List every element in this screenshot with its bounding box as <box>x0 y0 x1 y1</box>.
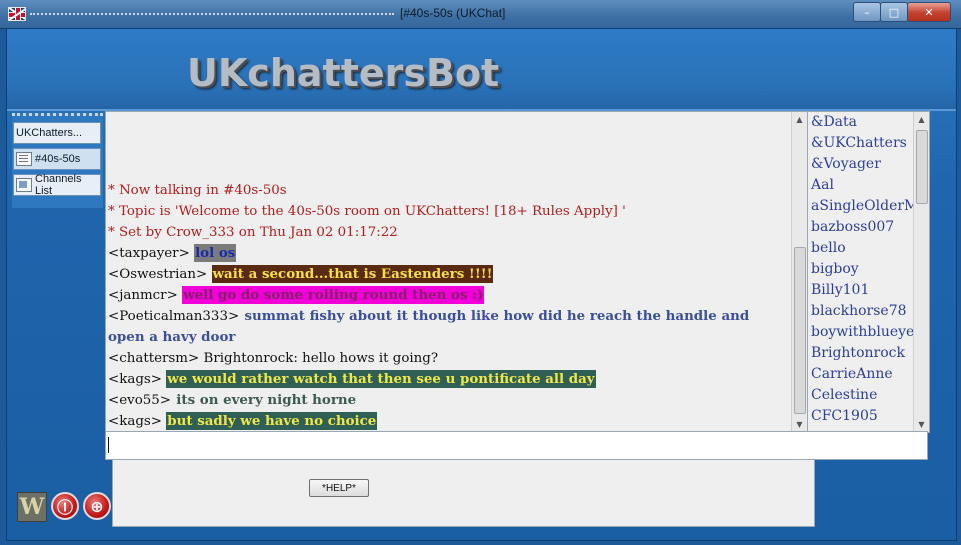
maximize-button[interactable]: □ <box>880 2 908 22</box>
window-controls: – □ ✕ <box>853 2 951 22</box>
user-list-item[interactable]: &Voyager <box>811 154 913 175</box>
user-list-item[interactable]: bigboy <box>811 259 913 280</box>
chat-message: we would rather watch that then see u po… <box>166 370 596 388</box>
chat-line: <taxpayer> lol os <box>108 243 788 264</box>
chat-nick[interactable]: <evo55> <box>108 393 171 408</box>
title-dots <box>30 13 394 15</box>
chat-nick[interactable]: <kags> <box>108 414 162 429</box>
close-button[interactable]: ✕ <box>907 2 951 22</box>
chat-nick[interactable]: <janmcr> <box>108 288 178 303</box>
sidebar-item-channels-list[interactable]: Channels List <box>13 173 101 197</box>
user-list-scrollbar[interactable]: ▲ ▼ <box>913 112 929 432</box>
minimize-button[interactable]: – <box>853 2 881 22</box>
scroll-up-icon[interactable]: ▲ <box>792 112 807 127</box>
app-frame: UKchattersBot UKChatters... #40s-50s Cha… <box>6 28 957 541</box>
chat-message: Brightonrock: hello hows it going? <box>203 351 439 366</box>
sidebar-item-ukchatters[interactable]: UKChatters... <box>13 122 815 527</box>
add-icon[interactable]: ⊕ <box>83 492 111 520</box>
header: UKchattersBot <box>7 29 956 111</box>
chat-nick[interactable]: <Poeticalman333> <box>108 309 239 324</box>
uk-flag-icon <box>8 7 26 21</box>
room-icon <box>16 152 32 166</box>
brand-logo: UKchattersBot <box>187 51 500 95</box>
bottom-toolbar: W Ⓘ ⊕ <box>17 492 111 522</box>
chat-message: its on every night horne <box>176 392 357 408</box>
sidebar: UKChatters... #40s-50s Channels List <box>12 113 815 527</box>
scroll-thumb[interactable] <box>794 247 806 414</box>
chat-message: lol os <box>194 244 237 262</box>
chat-line: * Now talking in #40s-50s <box>108 180 788 201</box>
user-list-item[interactable]: boywithblueye <box>811 322 913 343</box>
sidebar-item-room[interactable]: #40s-50s <box>13 148 101 170</box>
list-icon <box>16 178 32 192</box>
sidebar-item-label: #40s-50s <box>35 153 81 165</box>
system-message: * Topic is 'Welcome to the 40s-50s room … <box>108 204 626 219</box>
user-list-item[interactable]: CarrieAnne <box>811 364 913 385</box>
power-icon[interactable]: Ⓘ <box>51 492 79 520</box>
title-bar: [#40s-50s (UKChat] – □ ✕ <box>0 0 961 29</box>
user-list-items: &Data &UKChatters &Voyager Aal aSingleOlderM… <box>811 112 913 427</box>
chat-line: <evo55> its on every night horne <box>108 390 788 411</box>
chat-line: <Poeticalman333> summat fishy about it t… <box>108 306 788 348</box>
chat-line: * Set by Crow_333 on Thu Jan 02 01:17:22 <box>108 222 788 243</box>
chat-message: well go do some rolling round then os :) <box>182 286 485 304</box>
text-caret <box>108 437 109 453</box>
user-list-item[interactable]: Brightonrock <box>811 343 913 364</box>
scroll-down-icon[interactable]: ▼ <box>792 417 807 432</box>
chat-nick[interactable]: <Oswestrian> <box>108 267 207 282</box>
user-list-item[interactable]: Aal <box>811 175 913 196</box>
user-list[interactable]: &Data &UKChatters &Voyager Aal aSingleOlderM… <box>807 111 930 433</box>
message-input[interactable] <box>105 431 928 460</box>
help-button[interactable]: *HELP* <box>309 479 369 497</box>
chat-line: <Oswestrian> wait a second...that is Eas… <box>108 264 788 285</box>
chat-nick[interactable]: <taxpayer> <box>108 246 190 261</box>
user-list-item[interactable]: Celestine <box>811 385 913 406</box>
scroll-up-icon[interactable]: ▲ <box>914 112 929 127</box>
user-list-item[interactable]: CFC1905 <box>811 406 913 427</box>
system-message: * Set by Crow_333 on Thu Jan 02 01:17:22 <box>108 225 398 240</box>
chat-nick[interactable]: <chattersm> <box>108 351 199 366</box>
chat-line: * Topic is 'Welcome to the 40s-50s room … <box>108 201 788 222</box>
sidebar-item-label: UKChatters... <box>16 127 83 139</box>
scroll-thumb[interactable] <box>916 130 928 204</box>
user-list-item[interactable]: Billy101 <box>811 280 913 301</box>
user-list-item[interactable]: &UKChatters <box>811 133 913 154</box>
user-list-item[interactable]: aSingleOlderM <box>811 196 913 217</box>
user-list-item[interactable]: blackhorse78 <box>811 301 913 322</box>
window-title: [#40s-50s (UKChat] <box>400 6 506 20</box>
chat-lines: * Now talking in #40s-50s * Topic is 'Wel… <box>108 180 788 432</box>
chat-line: <chattersm> Brightonrock: hello hows it … <box>108 348 788 369</box>
chat-message: wait a second...that is Eastenders !!!! <box>211 265 494 283</box>
sidebar-item-label: Channels List <box>35 173 82 197</box>
scroll-down-icon[interactable]: ▼ <box>914 417 929 432</box>
w-icon[interactable]: W <box>17 492 47 522</box>
chat-line: <kags> we would rather watch that then s… <box>108 369 788 390</box>
user-list-item[interactable]: &Data <box>811 112 913 133</box>
chat-log[interactable]: * Now talking in #40s-50s * Topic is 'Wel… <box>105 111 808 433</box>
system-message: * Now talking in #40s-50s <box>108 183 287 198</box>
chat-message: but sadly we have no choice <box>166 412 378 430</box>
chat-line: <kags> but sadly we have no choice <box>108 411 788 432</box>
chat-scrollbar[interactable]: ▲ ▼ <box>791 112 807 432</box>
chat-line: <janmcr> well go do some rolling round t… <box>108 285 788 306</box>
chat-nick[interactable]: <kags> <box>108 372 162 387</box>
user-list-item[interactable]: bello <box>811 238 913 259</box>
user-list-item[interactable]: bazboss007 <box>811 217 913 238</box>
